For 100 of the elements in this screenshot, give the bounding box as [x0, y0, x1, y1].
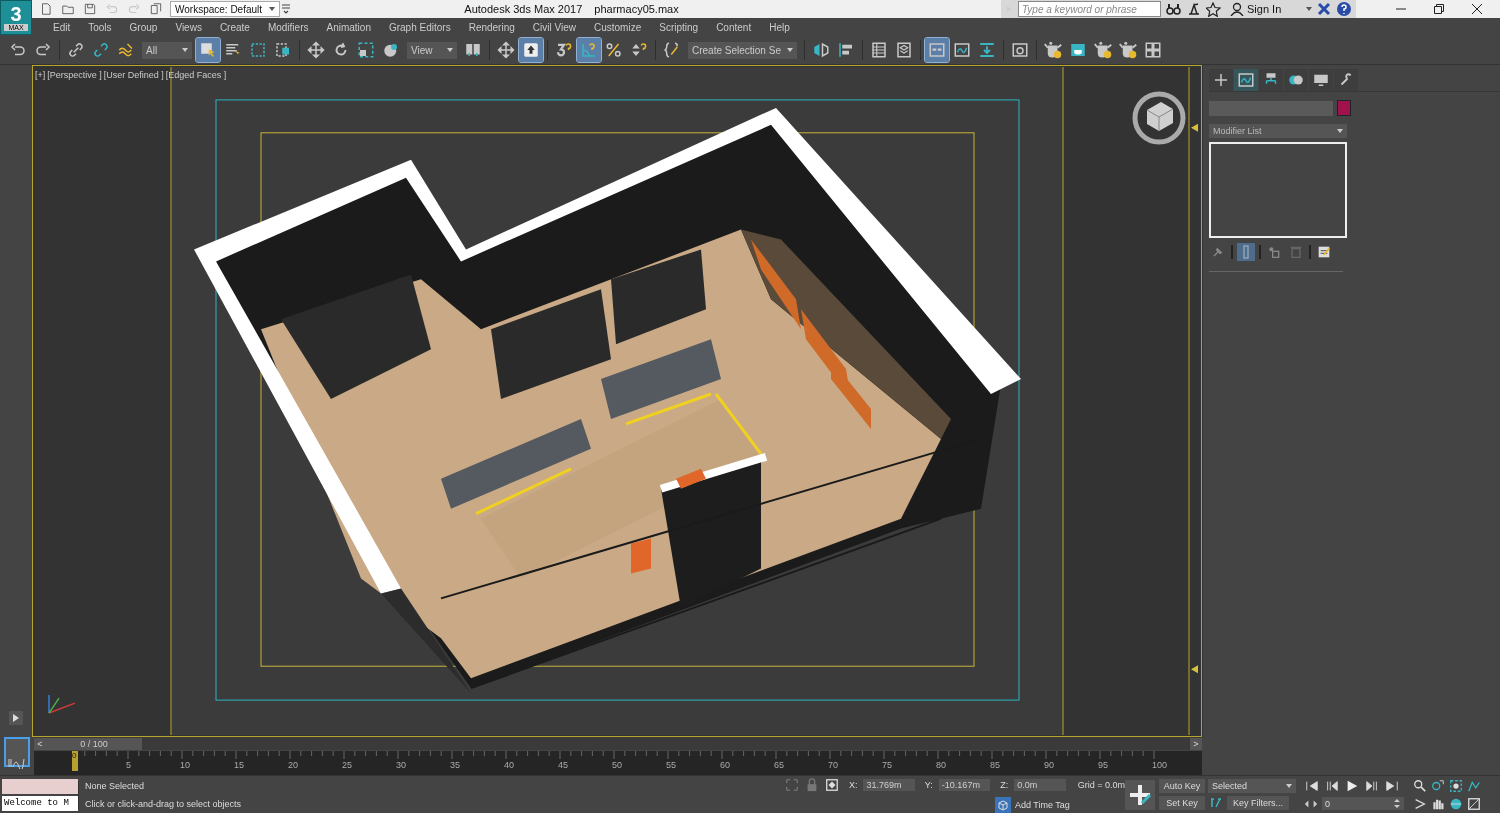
undo-icon	[105, 2, 119, 16]
mirror-icon	[811, 41, 830, 59]
toolbar-dropdown[interactable]: View	[407, 41, 457, 59]
curve-editor-tab[interactable]	[1234, 69, 1258, 91]
save-icon	[83, 2, 97, 16]
maxscript-input[interactable]	[2, 778, 78, 794]
coordinate-field[interactable]: 0.0m	[1014, 778, 1066, 791]
workspace-dropdown[interactable]: Workspace: Default	[170, 1, 280, 17]
go-to-start-button[interactable]	[1304, 778, 1320, 793]
frame-number: 25	[342, 760, 353, 770]
menu-item[interactable]: Views	[166, 21, 211, 33]
set-key-button[interactable]: Set Key	[1159, 795, 1205, 810]
menu-item[interactable]: Civil View	[523, 21, 585, 33]
select-object-button[interactable]	[196, 38, 220, 62]
menu-item[interactable]: Edit	[44, 21, 80, 33]
coordinate-field[interactable]: 31.769m	[863, 778, 915, 791]
menu-item[interactable]: Graph Editors	[379, 21, 460, 33]
grid-size: Grid = 0.0m	[1077, 779, 1125, 790]
coordinate-label: Y:	[924, 779, 933, 790]
layers-icon	[894, 41, 913, 59]
pivot-icon	[464, 41, 482, 59]
time-slider-thumb[interactable]: 0 / 100	[46, 737, 142, 750]
menu-item[interactable]: Content	[707, 21, 761, 33]
menu-item[interactable]: Group	[120, 21, 167, 33]
next-frame-button[interactable]: >	[1190, 737, 1202, 750]
teapot-icon	[1043, 41, 1062, 59]
binoculars-icon	[1166, 2, 1181, 16]
trash-icon	[1288, 244, 1304, 260]
next-key-button[interactable]	[1364, 778, 1380, 793]
viewport-label[interactable]: [+]	[35, 70, 46, 80]
field-of-view-icon	[1413, 796, 1427, 811]
object-color-swatch[interactable]	[1337, 100, 1351, 116]
menu-item[interactable]: Rendering	[459, 21, 524, 33]
folder-icon	[61, 2, 75, 16]
search-field[interactable]: Type a keyword or phrase	[1018, 1, 1161, 17]
customize-icon	[280, 2, 292, 16]
key-filters-button[interactable]: Key Filters...	[1227, 795, 1289, 810]
maximize-viewport-button[interactable]	[1466, 796, 1482, 811]
plus-tab[interactable]	[1209, 69, 1233, 91]
add-time-tag-button[interactable]: Add Time Tag	[995, 796, 1070, 813]
modifier-stack[interactable]	[1209, 142, 1347, 238]
wrench-tab[interactable]	[1334, 69, 1358, 91]
auto-key-button[interactable]: Auto Key	[1159, 778, 1205, 793]
menu-item[interactable]: Customize	[585, 21, 651, 33]
sign-in-button[interactable]: Sign In	[1230, 2, 1312, 16]
unlink-icon	[92, 41, 110, 59]
orbit-button[interactable]	[1448, 796, 1464, 811]
menu-item[interactable]: Create	[210, 21, 259, 33]
monitor-tab[interactable]	[1309, 69, 1333, 91]
menu-item[interactable]: Animation	[317, 21, 380, 33]
viewport[interactable]: [+] [Perspective ] [User Defined ] [Edged Faces ]	[32, 65, 1202, 737]
frame-number: 95	[1098, 760, 1109, 770]
frame-number: 30	[396, 760, 407, 770]
coordinate-field[interactable]: -10.167m	[938, 778, 991, 791]
menu-item[interactable]: Tools	[79, 21, 121, 33]
viewport-layout-button[interactable]	[9, 711, 23, 725]
menu-item[interactable]: Scripting	[650, 21, 708, 33]
isolate-icon	[785, 776, 799, 793]
viewport-label[interactable]: [Edged Faces ]	[165, 70, 227, 80]
next-key-icon	[1365, 778, 1379, 793]
wave-icon	[117, 41, 135, 59]
arrow-up-button[interactable]	[519, 38, 543, 62]
mini-curve-button[interactable]	[4, 737, 30, 767]
frame-number: 40	[504, 760, 515, 770]
toolbar-dropdown[interactable]: All	[142, 41, 192, 59]
go-to-end-button[interactable]	[1384, 778, 1400, 793]
prompt-text: Click or click-and-drag to select objects	[85, 798, 243, 809]
set-key-mode-button[interactable]	[1125, 779, 1155, 810]
snap-icon	[555, 41, 573, 59]
current-frame-field[interactable]: 0	[1322, 797, 1404, 810]
modifier-list-dropdown[interactable]: Modifier List	[1209, 124, 1347, 138]
toolbar-dropdown[interactable]: Create Selection Se	[688, 41, 797, 59]
file-name: pharmacy05.max	[594, 3, 679, 15]
teapot-icon	[1093, 41, 1112, 59]
absolute-mode-icon	[824, 776, 839, 793]
zoom-extents-button[interactable]	[1448, 778, 1464, 793]
viewport-label[interactable]: [User Defined ]	[103, 70, 164, 80]
coordinate-label: Z:	[1000, 779, 1009, 790]
viewport-label[interactable]: [Perspective ]	[47, 70, 102, 80]
move-icon	[497, 41, 515, 59]
zoom-button[interactable]	[1412, 778, 1428, 793]
maxscript-output[interactable]: Welcome to M	[2, 795, 78, 811]
selection-status: None Selected	[85, 780, 146, 791]
frame-number: 15	[234, 760, 245, 770]
previous-frame-button[interactable]: <	[34, 737, 46, 750]
spinner-icon	[1393, 798, 1401, 809]
frame-number: 10	[180, 760, 191, 770]
menu-item[interactable]: Modifiers	[258, 21, 318, 33]
motion-tab[interactable]	[1284, 69, 1308, 91]
frame-number: 35	[450, 760, 461, 770]
hierarchy-tab[interactable]	[1259, 69, 1283, 91]
material-editor-icon	[1010, 41, 1029, 59]
place-icon	[382, 41, 400, 59]
menu-item[interactable]: Help	[760, 21, 799, 33]
key-mode-dropdown[interactable]: Selected	[1208, 778, 1296, 793]
play-icon	[1345, 778, 1359, 793]
application-title: Autodesk 3ds Max 2017	[464, 3, 583, 15]
zoom-all-button[interactable]	[1430, 778, 1446, 793]
current-frame-marker[interactable]: 0	[72, 751, 78, 771]
previous-key-button[interactable]	[1324, 778, 1340, 793]
